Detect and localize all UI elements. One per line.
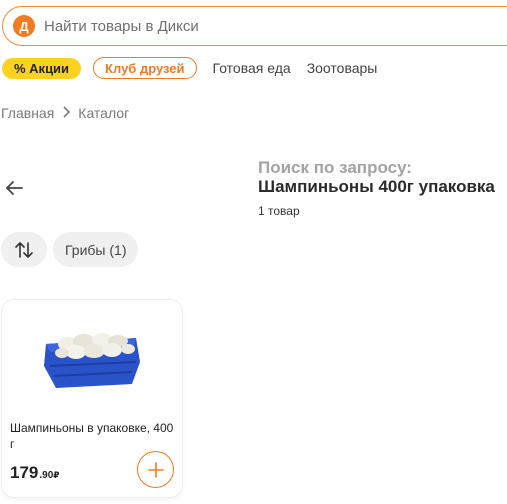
product-image[interactable] [40, 322, 142, 390]
product-card[interactable]: Шампиньоны в упаковке, 400 г 179 .90 ₽ [2, 300, 182, 497]
price-currency: ₽ [53, 470, 60, 480]
nav-link-pet-goods[interactable]: Зоотовары [307, 60, 378, 76]
club-button[interactable]: Клуб друзей [93, 57, 197, 79]
product-title[interactable]: Шампиньоны в упаковке, 400 г [10, 420, 176, 452]
breadcrumb-catalog[interactable]: Каталог [78, 105, 129, 121]
query-label: Поиск по запросу: [258, 158, 412, 177]
price-fraction: .90 [39, 470, 54, 481]
chevron-right-icon [62, 105, 71, 121]
dixy-logo-icon: Д [13, 15, 35, 37]
top-nav: % Акции Клуб друзей Готовая еда Зоотовар… [0, 56, 377, 80]
search-placeholder: Найти товары в Дикси [44, 17, 199, 35]
sort-arrows-icon [15, 241, 33, 258]
arrow-left-icon[interactable] [4, 178, 24, 198]
result-count: 1 товар [258, 204, 300, 218]
search-input[interactable]: Д Найти товары в Дикси [2, 6, 507, 46]
product-price: 179 .90 ₽ [10, 463, 60, 483]
nav-link-ready-food[interactable]: Готовая еда [213, 60, 291, 76]
promo-button[interactable]: % Акции [2, 57, 82, 79]
add-to-cart-button[interactable] [137, 451, 174, 488]
query-value: Шампиньоны 400г упаковка [258, 177, 495, 196]
filter-chip-mushrooms[interactable]: Грибы (1) [53, 232, 139, 267]
breadcrumb-home[interactable]: Главная [1, 105, 54, 121]
breadcrumb: Главная Каталог [1, 105, 129, 121]
price-integer: 179 [10, 463, 39, 482]
sort-button[interactable] [1, 232, 47, 267]
plus-icon [147, 461, 164, 478]
